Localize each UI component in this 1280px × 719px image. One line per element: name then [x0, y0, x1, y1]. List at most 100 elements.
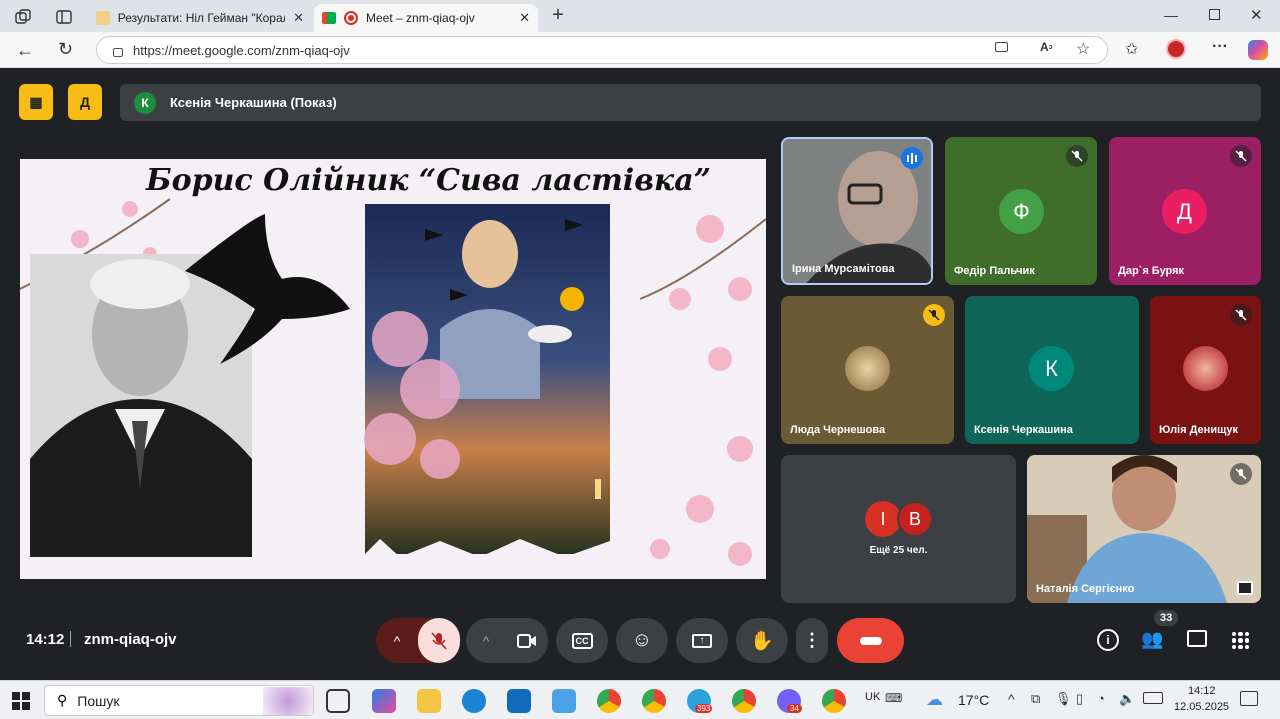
- participant-avatar: Ф: [999, 189, 1044, 234]
- url-text: https://meet.google.com/znm-qiaq-ojv: [133, 42, 350, 58]
- emoji-icon: ☺: [631, 629, 653, 651]
- viber-badge: 34: [787, 704, 802, 713]
- captions-icon: CC: [571, 632, 593, 649]
- favorites-icon[interactable]: ✩: [1125, 39, 1138, 59]
- back-icon[interactable]: ←: [16, 40, 34, 61]
- language-indicator[interactable]: UK: [865, 691, 880, 703]
- tab-meet[interactable]: Meet – znm-qiaq-ojv ✕: [314, 4, 538, 32]
- participant-name: Дар`я Буряк: [1118, 265, 1185, 277]
- present-button[interactable]: ↑: [676, 618, 728, 663]
- meeting-code: znm-qiaq-ojv: [84, 631, 177, 648]
- others-count: Ещё 25 чел.: [869, 545, 928, 556]
- participant-name: Люда Чернешова: [790, 424, 886, 436]
- close-icon[interactable]: ✕: [519, 10, 530, 26]
- restore-icon[interactable]: [1209, 9, 1220, 20]
- battery-icon[interactable]: ▯: [1076, 691, 1083, 707]
- copilot-icon[interactable]: [1248, 40, 1268, 60]
- tab-strip: Результати: Ніл Гейман "Коралі ✕ Meet – …: [0, 0, 1280, 32]
- layout-icon[interactable]: ▦: [19, 84, 53, 120]
- clock-date[interactable]: 12.05.2025: [1174, 701, 1229, 713]
- weather-icon[interactable]: ☁: [926, 690, 943, 710]
- activities-icon[interactable]: [1232, 632, 1249, 649]
- start-icon[interactable]: [12, 692, 30, 710]
- network-icon[interactable]: ⧉: [1031, 691, 1040, 707]
- leave-call-button[interactable]: [837, 618, 904, 663]
- mic-off-icon: [1230, 304, 1252, 326]
- mic-off-button[interactable]: [418, 618, 460, 663]
- read-aloud-icon[interactable]: Aɔ: [1040, 40, 1053, 54]
- participant-name: Ірина Мурсамітова: [792, 263, 895, 275]
- chevron-up-icon[interactable]: ^: [466, 633, 506, 649]
- store-icon[interactable]: [552, 689, 576, 713]
- vertical-tabs-icon[interactable]: [55, 8, 73, 26]
- presenter-bar: К Ксенія Черкашина (Показ): [120, 84, 1261, 121]
- participant-tile-darya[interactable]: Д Дар`я Буряк: [1109, 137, 1261, 285]
- keyboard-icon[interactable]: ⌨: [885, 691, 902, 705]
- copilot-app-icon[interactable]: [372, 689, 396, 713]
- meeting-time: 14:12: [26, 631, 65, 648]
- more-options-button[interactable]: ⋮: [796, 618, 828, 663]
- wifi-icon[interactable]: ◔: [1097, 691, 1105, 706]
- workspaces-icon[interactable]: [14, 8, 32, 26]
- raise-hand-button[interactable]: ✋: [736, 618, 788, 663]
- file-icon: [96, 11, 110, 25]
- participant-tile-fedir[interactable]: Ф Федір Пальчик: [945, 137, 1097, 285]
- url-field[interactable]: https://meet.google.com/znm-qiaq-ojv: [96, 36, 1108, 64]
- other-participants-tile[interactable]: І В Ещё 25 чел.: [781, 455, 1016, 603]
- participant-tile-iryna[interactable]: Ірина Мурсамітова: [781, 137, 933, 285]
- participant-avatar: І: [865, 501, 901, 537]
- file-explorer-icon[interactable]: [417, 689, 441, 713]
- profile-avatar[interactable]: [1166, 39, 1186, 59]
- speaking-indicator-icon: [901, 147, 923, 169]
- close-icon[interactable]: ✕: [293, 10, 304, 26]
- new-tab-icon[interactable]: +: [548, 4, 568, 26]
- presentation-icon[interactable]: Д: [68, 84, 102, 120]
- favorite-star-icon[interactable]: ☆: [1076, 39, 1090, 59]
- chrome-profile-icon[interactable]: [732, 689, 756, 713]
- chrome-profile-icon[interactable]: [822, 689, 846, 713]
- shared-slide: Борис Олійник “Сива ластівка”: [20, 159, 766, 579]
- search-icon: ⚲: [57, 692, 68, 708]
- divider: [70, 631, 71, 647]
- camera-button[interactable]: [506, 618, 548, 663]
- task-view-icon[interactable]: [326, 689, 350, 713]
- outlook-icon[interactable]: [507, 689, 531, 713]
- chevron-up-icon[interactable]: ^: [1008, 691, 1015, 707]
- mic-group: ^: [376, 618, 460, 663]
- chevron-up-icon[interactable]: ^: [376, 633, 418, 649]
- participant-tile-lyuda[interactable]: Люда Чернешова: [781, 296, 954, 444]
- people-count-badge: 33: [1154, 610, 1179, 626]
- edge-icon[interactable]: [462, 689, 486, 713]
- camera-permission-icon[interactable]: [995, 42, 1008, 52]
- microphone-icon[interactable]: 🎙: [1055, 691, 1072, 707]
- meet-logo-icon: [322, 12, 336, 24]
- hangup-icon: [859, 636, 882, 645]
- captions-button[interactable]: CC: [556, 618, 608, 663]
- camera-group: ^: [466, 618, 548, 663]
- participant-avatar: К: [1029, 346, 1074, 391]
- people-icon[interactable]: 👥: [1141, 629, 1163, 650]
- pin-icon[interactable]: [1237, 581, 1253, 595]
- chrome-icon[interactable]: [597, 689, 621, 713]
- window-close-icon[interactable]: ✕: [1250, 6, 1263, 24]
- refresh-icon[interactable]: ↻: [58, 39, 73, 60]
- recording-icon: [344, 11, 358, 25]
- participant-tile-kseniya[interactable]: К Ксенія Черкашина: [965, 296, 1139, 444]
- notifications-icon[interactable]: [1240, 691, 1258, 706]
- minimize-icon[interactable]: —: [1164, 7, 1178, 23]
- more-menu-icon[interactable]: ···: [1212, 38, 1228, 56]
- clock-time[interactable]: 14:12: [1188, 685, 1216, 697]
- info-icon[interactable]: i: [1097, 629, 1119, 651]
- search-box[interactable]: ⚲ Пошук: [44, 685, 314, 716]
- tab-label: Meet – znm-qiaq-ojv: [366, 11, 475, 25]
- tab-results[interactable]: Результати: Ніл Гейман "Коралі ✕: [88, 4, 312, 32]
- chat-icon[interactable]: [1187, 630, 1207, 647]
- volume-icon[interactable]: 🔈: [1119, 691, 1135, 707]
- chrome-profile-icon[interactable]: [642, 689, 666, 713]
- lock-icon: [113, 47, 123, 57]
- reactions-button[interactable]: ☺: [616, 618, 668, 663]
- keyboard-layout-icon[interactable]: [1143, 692, 1163, 704]
- participant-tile-nataliya[interactable]: Наталія Сергієнко: [1027, 455, 1261, 603]
- participant-tile-yuliya[interactable]: Юлія Денищук: [1150, 296, 1261, 444]
- present-icon: ↑: [692, 633, 712, 648]
